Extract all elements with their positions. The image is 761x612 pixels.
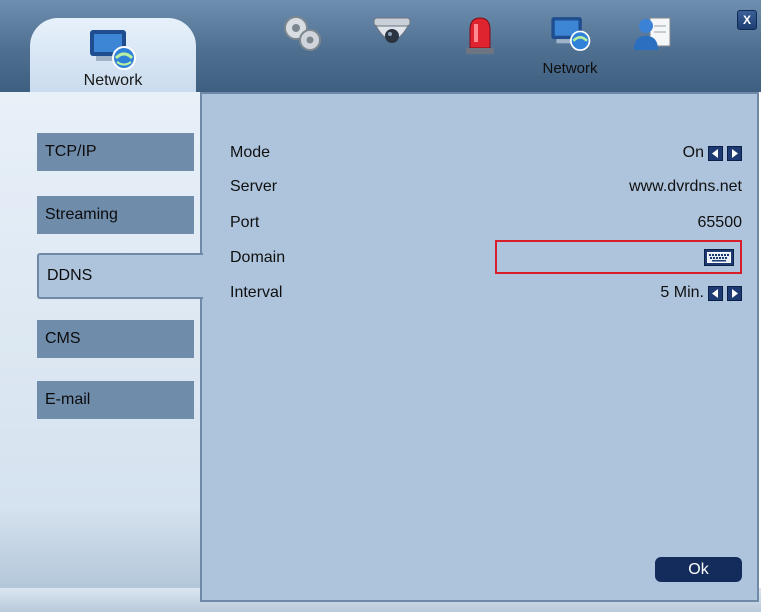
mode-value-group: On — [683, 144, 742, 162]
interval-label: Interval — [230, 284, 283, 301]
arrow-left-icon — [712, 288, 718, 298]
hover-tab-label: Network — [542, 60, 598, 77]
arrow-left-icon — [712, 148, 718, 158]
domain-label: Domain — [230, 249, 286, 266]
sidebar-item-tcpip[interactable]: TCP/IP — [37, 133, 194, 171]
sidebar-item-ddns[interactable]: DDNS — [37, 253, 203, 299]
port-row: Port 65500 — [230, 210, 742, 236]
arrow-right-icon — [732, 288, 738, 298]
ok-button[interactable]: Ok — [655, 557, 742, 582]
camera-icon[interactable] — [368, 10, 416, 58]
interval-row: Interval 5 Min. — [230, 280, 742, 306]
mode-next-button[interactable] — [727, 145, 742, 161]
keyboard-icon[interactable] — [704, 249, 734, 266]
interval-value: 5 Min. — [660, 284, 704, 301]
server-value[interactable]: www.dvrdns.net — [629, 178, 742, 196]
domain-field[interactable] — [495, 240, 742, 274]
sidebar-item-label: CMS — [45, 330, 81, 347]
mode-row: Mode On — [230, 140, 742, 166]
interval-next-button[interactable] — [727, 285, 742, 301]
tab-network-label: Network — [83, 72, 143, 89]
interval-value-group: 5 Min. — [660, 284, 742, 302]
arrow-right-icon — [732, 148, 738, 158]
sidebar-item-label: DDNS — [47, 267, 93, 284]
network-settings-window: Network Network X TCP/IP Streaming DDNS … — [0, 0, 761, 612]
sidebar-item-label: TCP/IP — [45, 143, 97, 160]
server-row: Server www.dvrdns.net — [230, 174, 742, 200]
tab-network-active[interactable]: Network — [30, 18, 196, 100]
network-icon[interactable] — [546, 10, 594, 58]
sidebar-item-streaming[interactable]: Streaming — [37, 196, 194, 234]
interval-prev-button[interactable] — [708, 285, 723, 301]
ddns-settings-panel — [200, 92, 759, 602]
user-icon[interactable] — [628, 10, 676, 58]
close-button[interactable]: X — [737, 10, 757, 30]
server-label: Server — [230, 178, 278, 195]
sidebar-item-email[interactable]: E-mail — [37, 381, 194, 419]
port-label: Port — [230, 214, 260, 231]
port-value[interactable]: 65500 — [698, 214, 743, 232]
gear-icon[interactable] — [278, 10, 326, 58]
network-icon — [86, 28, 138, 77]
sidebar-item-label: Streaming — [45, 206, 118, 223]
mode-value: On — [682, 144, 704, 161]
mode-prev-button[interactable] — [708, 145, 723, 161]
mode-label: Mode — [230, 144, 271, 161]
sidebar-item-cms[interactable]: CMS — [37, 320, 194, 358]
alarm-icon[interactable] — [456, 10, 504, 58]
sidebar-item-label: E-mail — [45, 391, 91, 408]
